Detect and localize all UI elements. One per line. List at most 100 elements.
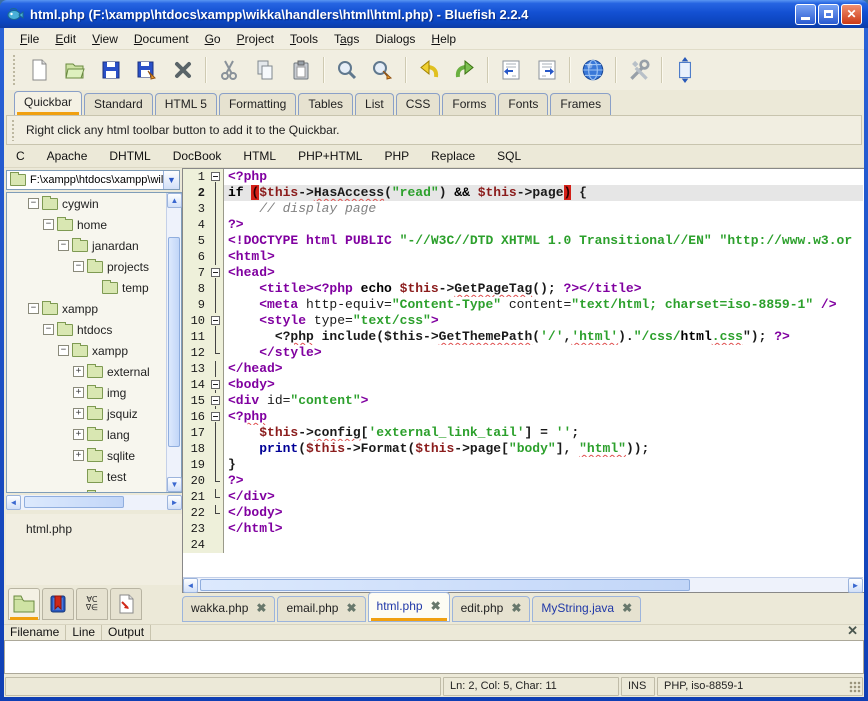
code-text-area[interactable]: 1<?php2if ($this->HasAccess("read") && $… [183, 169, 863, 577]
language-tab-c[interactable]: C [16, 149, 25, 163]
tree-hscrollbar-thumb[interactable] [24, 496, 124, 508]
collapse-icon[interactable]: − [28, 198, 39, 209]
html-toolbar-tab-standard[interactable]: Standard [84, 93, 153, 115]
tree-item-htdocs[interactable]: −htdocs [7, 319, 181, 340]
html-toolbar-tab-html-5[interactable]: HTML 5 [155, 93, 217, 115]
combobox-dropdown-button[interactable]: ▼ [163, 171, 179, 189]
tree-item-home[interactable]: −home [7, 214, 181, 235]
tree-item-external[interactable]: +external [7, 361, 181, 382]
file-list-item[interactable]: html.php [6, 514, 182, 536]
code-line[interactable]: 16<?php [183, 409, 863, 425]
menu-document[interactable]: Document [126, 29, 197, 49]
maximize-button[interactable] [818, 4, 839, 25]
code-line[interactable]: 1<?php [183, 169, 863, 185]
code-line[interactable]: 7<head> [183, 265, 863, 281]
fold-minus-box[interactable] [211, 396, 220, 405]
tree-scrollbar-thumb[interactable] [168, 237, 180, 447]
minimize-button[interactable] [795, 4, 816, 25]
code-line[interactable]: 22</body> [183, 505, 863, 521]
tree-horizontal-scrollbar[interactable]: ◄ ► [6, 495, 182, 510]
redo-button[interactable] [447, 54, 483, 86]
language-tab-php[interactable]: PHP [384, 149, 409, 163]
scroll-right-button[interactable]: ► [848, 578, 863, 593]
code-line[interactable]: 5<!DOCTYPE html PUBLIC "-//W3C//DTD XHTM… [183, 233, 863, 249]
menu-project[interactable]: Project [229, 29, 282, 49]
scroll-up-button[interactable]: ▲ [167, 193, 182, 208]
copy-button[interactable] [247, 54, 283, 86]
collapse-icon[interactable]: − [28, 303, 39, 314]
language-tab-apache[interactable]: Apache [47, 149, 88, 163]
save-button[interactable] [93, 54, 129, 86]
collapse-icon[interactable]: − [43, 219, 54, 230]
fold-collapse-icon[interactable] [209, 265, 223, 281]
code-line[interactable]: 8 <title><?php echo $this->GetPageTag();… [183, 281, 863, 297]
unindent-button[interactable] [493, 54, 529, 86]
code-line[interactable]: 12 </style> [183, 345, 863, 361]
close-button[interactable]: ✕ [841, 4, 862, 25]
code-line[interactable]: 23</html> [183, 521, 863, 537]
document-tab-html-php[interactable]: html.php✖ [368, 592, 450, 622]
scroll-right-button[interactable]: ► [167, 495, 182, 510]
code-line[interactable]: 10 <style type="text/css"> [183, 313, 863, 329]
cut-button[interactable] [211, 54, 247, 86]
directory-path-combobox[interactable]: F:\xampp\htdocs\xampp\wil ▼ [6, 170, 180, 190]
code-line[interactable]: 18 print($this->Format($this->page["body… [183, 441, 863, 457]
collapse-icon[interactable]: − [58, 345, 69, 356]
code-line[interactable]: 24 [183, 537, 863, 553]
toolbar-drag-handle[interactable] [12, 54, 17, 86]
quickbar-drag-handle[interactable] [11, 119, 16, 141]
expand-icon[interactable]: + [73, 450, 84, 461]
output-column-filename[interactable]: Filename [4, 625, 66, 640]
tree-item-sqlite[interactable]: +sqlite [7, 445, 181, 466]
fold-collapse-icon[interactable] [209, 377, 223, 393]
resize-grip[interactable] [849, 681, 861, 693]
tab-close-icon[interactable]: ✖ [622, 601, 632, 615]
tab-file-browser[interactable] [8, 588, 40, 620]
expand-icon[interactable]: + [73, 408, 84, 419]
collapse-icon[interactable]: − [58, 240, 69, 251]
language-tab-docbook[interactable]: DocBook [173, 149, 222, 163]
tab-bookmarks[interactable] [42, 588, 74, 620]
code-line[interactable]: 20?> [183, 473, 863, 489]
html-toolbar-tab-forms[interactable]: Forms [442, 93, 496, 115]
document-tab-edit-php[interactable]: edit.php✖ [452, 596, 531, 622]
html-toolbar-tab-formatting[interactable]: Formatting [219, 93, 296, 115]
code-line[interactable]: 13</head> [183, 361, 863, 377]
scroll-left-button[interactable]: ◄ [6, 495, 21, 510]
preview-in-browser-button[interactable] [575, 54, 611, 86]
fold-collapse-icon[interactable] [209, 393, 223, 409]
fold-minus-box[interactable] [211, 380, 220, 389]
code-line[interactable]: 11 <?php include($this->GetThemePath('/'… [183, 329, 863, 345]
collapse-icon[interactable]: − [73, 261, 84, 272]
output-column-line[interactable]: Line [66, 625, 102, 640]
html-toolbar-tab-quickbar[interactable]: Quickbar [14, 91, 82, 115]
html-toolbar-tab-tables[interactable]: Tables [298, 93, 353, 115]
menu-help[interactable]: Help [423, 29, 464, 49]
tab-close-icon[interactable]: ✖ [511, 601, 521, 615]
language-tab-dhtml[interactable]: DHTML [109, 149, 150, 163]
tree-item-projects[interactable]: −projects [7, 256, 181, 277]
expand-icon[interactable]: + [73, 366, 84, 377]
code-line[interactable]: 4?> [183, 217, 863, 233]
language-tab-replace[interactable]: Replace [431, 149, 475, 163]
menu-tags[interactable]: Tags [326, 29, 367, 49]
document-tab-MyString-java[interactable]: MyString.java✖ [532, 596, 641, 622]
tab-close-icon[interactable]: ✖ [346, 601, 356, 615]
tree-item-temp[interactable]: −temp [7, 277, 181, 298]
menu-dialogs[interactable]: Dialogs [367, 29, 423, 49]
tab-snippets[interactable] [110, 588, 142, 620]
code-editor[interactable]: 1<?php2if ($this->HasAccess("read") && $… [182, 168, 864, 593]
html-toolbar-tab-fonts[interactable]: Fonts [498, 93, 548, 115]
fold-minus-box[interactable] [211, 172, 220, 181]
code-line[interactable]: 14<body> [183, 377, 863, 393]
menu-tools[interactable]: Tools [282, 29, 326, 49]
menu-view[interactable]: View [84, 29, 126, 49]
open-file-button[interactable] [57, 54, 93, 86]
undo-button[interactable] [411, 54, 447, 86]
fold-minus-box[interactable] [211, 316, 220, 325]
fold-collapse-icon[interactable] [209, 313, 223, 329]
code-line[interactable]: 19} [183, 457, 863, 473]
output-close-icon[interactable]: ✕ [847, 623, 858, 639]
fold-minus-box[interactable] [211, 268, 220, 277]
code-line[interactable]: 9 <meta http-equiv="Content-Type" conten… [183, 297, 863, 313]
